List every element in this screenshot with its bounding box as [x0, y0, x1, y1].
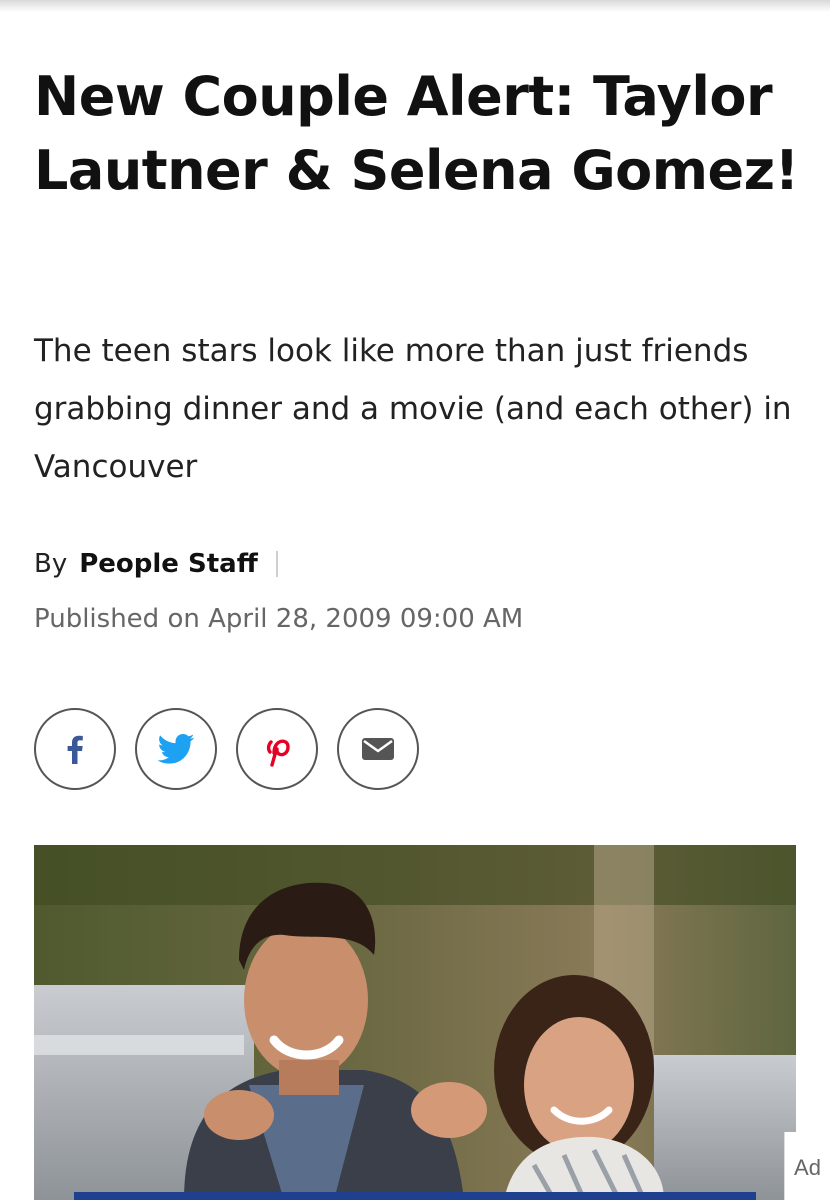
pinterest-share-button[interactable] — [236, 708, 318, 790]
email-icon — [362, 738, 394, 760]
facebook-icon — [67, 735, 83, 764]
couple-photo — [34, 845, 796, 1200]
ad-label[interactable]: Ad — [784, 1132, 830, 1200]
email-share-button[interactable] — [337, 708, 419, 790]
pinterest-icon — [266, 739, 290, 767]
byline-separator — [275, 551, 278, 577]
twitter-icon — [157, 734, 195, 764]
twitter-share-button[interactable] — [135, 708, 217, 790]
article-dek: The teen stars look like more than just … — [34, 333, 792, 485]
publish-date: Published on April 28, 2009 09:00 AM — [34, 604, 524, 634]
byline-prefix: By — [34, 549, 68, 579]
author-link[interactable]: People Staff — [79, 546, 258, 582]
byline: By People Staff — [34, 546, 278, 582]
top-shadow — [0, 0, 830, 12]
ad-banner-bar[interactable] — [74, 1192, 756, 1200]
hero-photo — [34, 845, 796, 1200]
share-buttons — [34, 708, 419, 790]
article-headline: New Couple Alert: Taylor Lautner & Selen… — [34, 65, 799, 202]
facebook-share-button[interactable] — [34, 708, 116, 790]
